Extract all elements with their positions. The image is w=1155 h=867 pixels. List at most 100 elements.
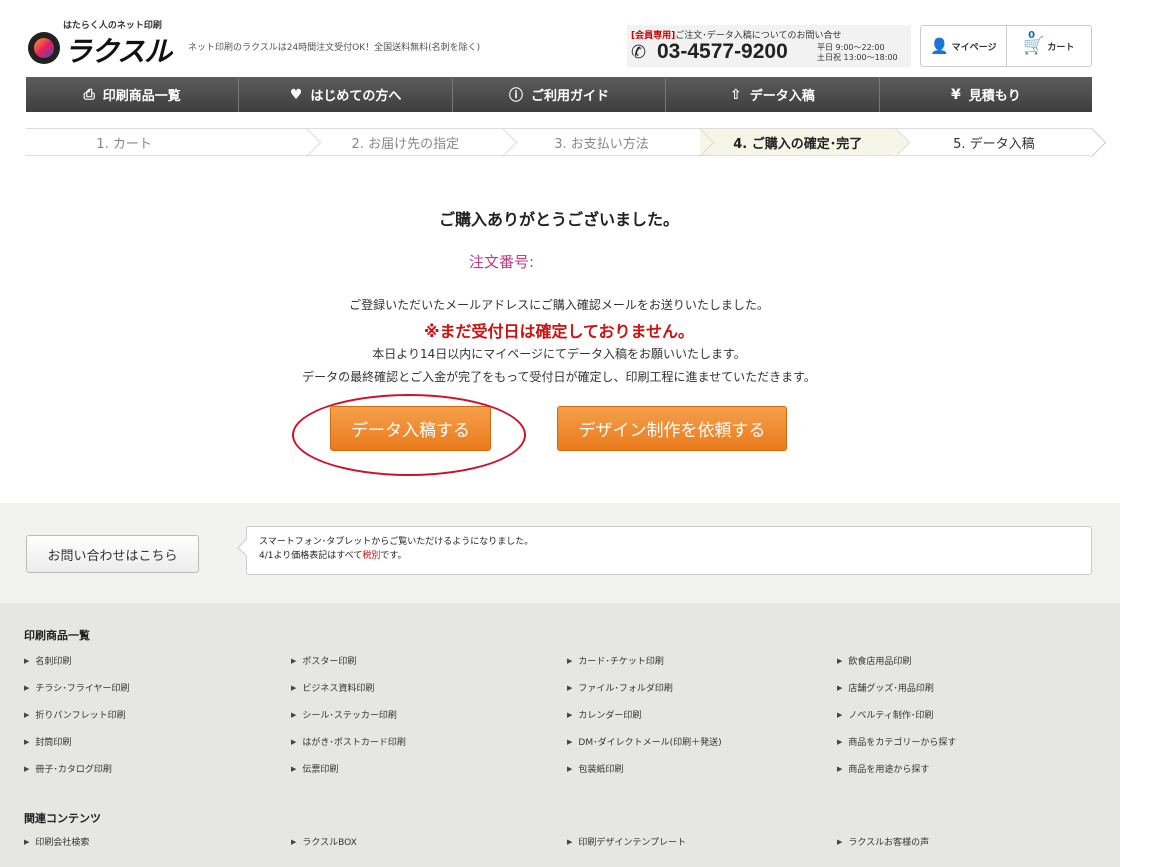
nav-label: データ入稿 — [749, 89, 815, 104]
footer-link-label: ファイル･フォルダ印刷 — [578, 684, 673, 694]
footer-link[interactable]: ▶ ファイル･フォルダ印刷 — [567, 674, 837, 701]
footer-related-links: ▶ 印刷会社検索 ▶ ラクスルBOX ▶ 印刷デザインテンプレート ▶ ラクスルお客様の声 — [24, 828, 1094, 855]
nav-guide[interactable]: ⓘ ご利用ガイド — [451, 77, 665, 112]
global-nav: ⎙ 印刷商品一覧 ♥ はじめての方へ ⓘ ご利用ガイド ⇧ データ入稿 ¥ 見積もり — [26, 77, 1092, 112]
step-confirm-complete: 4. ご購入の確定･完了 — [699, 129, 896, 155]
process-note: データの最終確認とご入金が完了をもって受付日が確定し、印刷工程に進ませていただき… — [302, 370, 816, 384]
arrow-right-icon: ▶ — [837, 710, 843, 719]
nav-label: 印刷商品一覧 — [102, 89, 181, 104]
header-buttons: 👤 マイページ 🛒 0 カート — [920, 25, 1092, 67]
step-shipping: 2. お届け先の指定 — [307, 129, 503, 155]
mypage-button[interactable]: 👤 マイページ — [921, 26, 1006, 66]
footer-link-label: 飲食店用品印刷 — [848, 657, 912, 667]
nav-data-upload[interactable]: ⇧ データ入稿 — [665, 77, 878, 112]
footer-link[interactable]: ▶ 商品を用途から探す — [837, 755, 1094, 782]
user-icon: 👤 — [929, 37, 949, 55]
footer-link-label: はがき･ポストカード印刷 — [302, 738, 406, 748]
arrow-right-icon: ▶ — [837, 737, 843, 746]
footer-products-title: 印刷商品一覧 — [24, 629, 90, 642]
footer-link-label: 印刷デザインテンプレート — [578, 838, 687, 848]
arrow-right-icon: ▶ — [567, 837, 573, 846]
arrow-right-icon: ▶ — [291, 764, 297, 773]
footer-link-label: 印刷会社検索 — [35, 838, 90, 848]
footer-link[interactable]: ▶ 冊子･カタログ印刷 — [24, 755, 291, 782]
footer-link[interactable]: ▶ ビジネス資料印刷 — [291, 674, 567, 701]
arrow-right-icon: ▶ — [837, 683, 843, 692]
footer-link[interactable]: ▶ ラクスルお客様の声 — [837, 828, 1094, 855]
footer-link[interactable]: ▶ カード･チケット印刷 — [567, 647, 837, 674]
footer-link-label: ノベルティ制作･印刷 — [848, 711, 934, 721]
step-cart: 1. カート — [26, 129, 307, 155]
footer-link[interactable]: ▶ 封筒印刷 — [24, 728, 291, 755]
footer-link-label: カレンダー印刷 — [578, 711, 642, 721]
printer-icon: ⎙ — [83, 86, 95, 103]
nav-estimate[interactable]: ¥ 見積もり — [878, 77, 1092, 112]
arrow-right-icon: ▶ — [567, 656, 573, 665]
arrow-right-icon: ▶ — [291, 656, 297, 665]
footer-link-label: カード･チケット印刷 — [578, 657, 664, 667]
footer-link[interactable]: ▶ ノベルティ制作･印刷 — [837, 701, 1094, 728]
notice-box: スマートフォン･タブレットからご覧いただけるようになりました。 4/1より価格表… — [246, 526, 1092, 575]
footer-link-label: 折りパンフレット印刷 — [35, 711, 126, 721]
yen-icon: ¥ — [950, 86, 961, 103]
cart-icon: 🛒 0 — [1023, 30, 1045, 56]
contact-us-button[interactable]: お問い合わせはこちら — [26, 535, 199, 573]
tax-excluded-link[interactable]: 税別 — [362, 551, 380, 561]
upload-icon: ⇧ — [730, 86, 742, 103]
phone-number[interactable]: 03-4577-9200 — [657, 40, 788, 64]
footer-link[interactable]: ▶ 印刷会社検索 — [24, 828, 291, 855]
arrow-right-icon: ▶ — [24, 683, 30, 692]
nav-label: 見積もり — [968, 89, 1021, 104]
business-hours: 平日 9:00〜22:00 土日祝 13:00〜18:00 — [817, 43, 898, 63]
arrow-right-icon: ▶ — [291, 737, 297, 746]
notice-line-1: スマートフォン･タブレットからご覧いただけるようになりました。 — [259, 537, 534, 547]
footer-link[interactable]: ▶ ラクスルBOX — [291, 828, 567, 855]
footer-link[interactable]: ▶ DM･ダイレクトメール(印刷＋発送) — [567, 728, 837, 755]
cart-button[interactable]: 🛒 0 カート — [1005, 26, 1092, 66]
footer-link-label: 名刺印刷 — [35, 657, 72, 667]
contact-box: [会員専用]ご注文･データ入稿についてのお問い合せ ✆ 03-4577-9200… — [627, 25, 911, 67]
checkout-steps: 1. カート 2. お届け先の指定 3. お支払い方法 4. ご購入の確定･完了… — [26, 128, 1092, 156]
arrow-right-icon: ▶ — [291, 683, 297, 692]
step-data-upload: 5. データ入稿 — [896, 129, 1092, 155]
footer-link-label: シール･ステッカー印刷 — [302, 711, 397, 721]
footer-link[interactable]: ▶ 包装紙印刷 — [567, 755, 837, 782]
logo[interactable]: はたらく人のネット印刷 ラクスル — [28, 18, 178, 68]
arrow-right-icon: ▶ — [291, 710, 297, 719]
notice-line-2: 4/1より価格表記はすべて税別です。 — [259, 551, 407, 561]
nav-label: はじめての方へ — [310, 89, 402, 104]
footer-link-label: 伝票印刷 — [302, 765, 339, 775]
logo-mark-icon — [28, 32, 60, 64]
footer-link[interactable]: ▶ 商品をカテゴリーから探す — [837, 728, 1094, 755]
footer-link[interactable]: ▶ 名刺印刷 — [24, 647, 291, 674]
footer-link[interactable]: ▶ シール･ステッカー印刷 — [291, 701, 567, 728]
arrow-right-icon: ▶ — [567, 737, 573, 746]
arrow-right-icon: ▶ — [24, 710, 30, 719]
highlight-circle — [292, 394, 526, 476]
footer-link[interactable]: ▶ 折りパンフレット印刷 — [24, 701, 291, 728]
footer-link-label: 店舗グッズ･用品印刷 — [848, 684, 934, 694]
footer-link[interactable]: ▶ はがき･ポストカード印刷 — [291, 728, 567, 755]
footer-link[interactable]: ▶ 飲食店用品印刷 — [837, 647, 1094, 674]
footer-link-label: ラクスルお客様の声 — [848, 838, 930, 848]
arrow-right-icon: ▶ — [567, 683, 573, 692]
site-header: はたらく人のネット印刷 ラクスル ネット印刷のラクスルは24時間注文受付OK！全… — [0, 0, 1155, 76]
footer-link[interactable]: ▶ チラシ･フライヤー印刷 — [24, 674, 291, 701]
footer-link[interactable]: ▶ 伝票印刷 — [291, 755, 567, 782]
thanks-heading: ご購入ありがとうございました。 — [438, 210, 679, 229]
hours-weekend: 土日祝 13:00〜18:00 — [817, 53, 898, 62]
heart-icon: ♥ — [289, 86, 303, 103]
cart-count: 0 — [1028, 30, 1036, 41]
arrow-right-icon: ▶ — [837, 837, 843, 846]
cart-label: カート — [1047, 42, 1075, 53]
footer-link-label: 包装紙印刷 — [578, 765, 624, 775]
nav-products[interactable]: ⎙ 印刷商品一覧 — [26, 77, 238, 112]
footer-link[interactable]: ▶ 店舗グッズ･用品印刷 — [837, 674, 1094, 701]
nav-beginners[interactable]: ♥ はじめての方へ — [238, 77, 451, 112]
footer-link[interactable]: ▶ ポスター印刷 — [291, 647, 567, 674]
logo-name: ラクスル — [64, 35, 172, 68]
footer-link[interactable]: ▶ カレンダー印刷 — [567, 701, 837, 728]
design-request-button[interactable]: デザイン制作を依頼する — [557, 406, 787, 451]
footer-link-label: ビジネス資料印刷 — [302, 684, 375, 694]
footer-link[interactable]: ▶ 印刷デザインテンプレート — [567, 828, 837, 855]
